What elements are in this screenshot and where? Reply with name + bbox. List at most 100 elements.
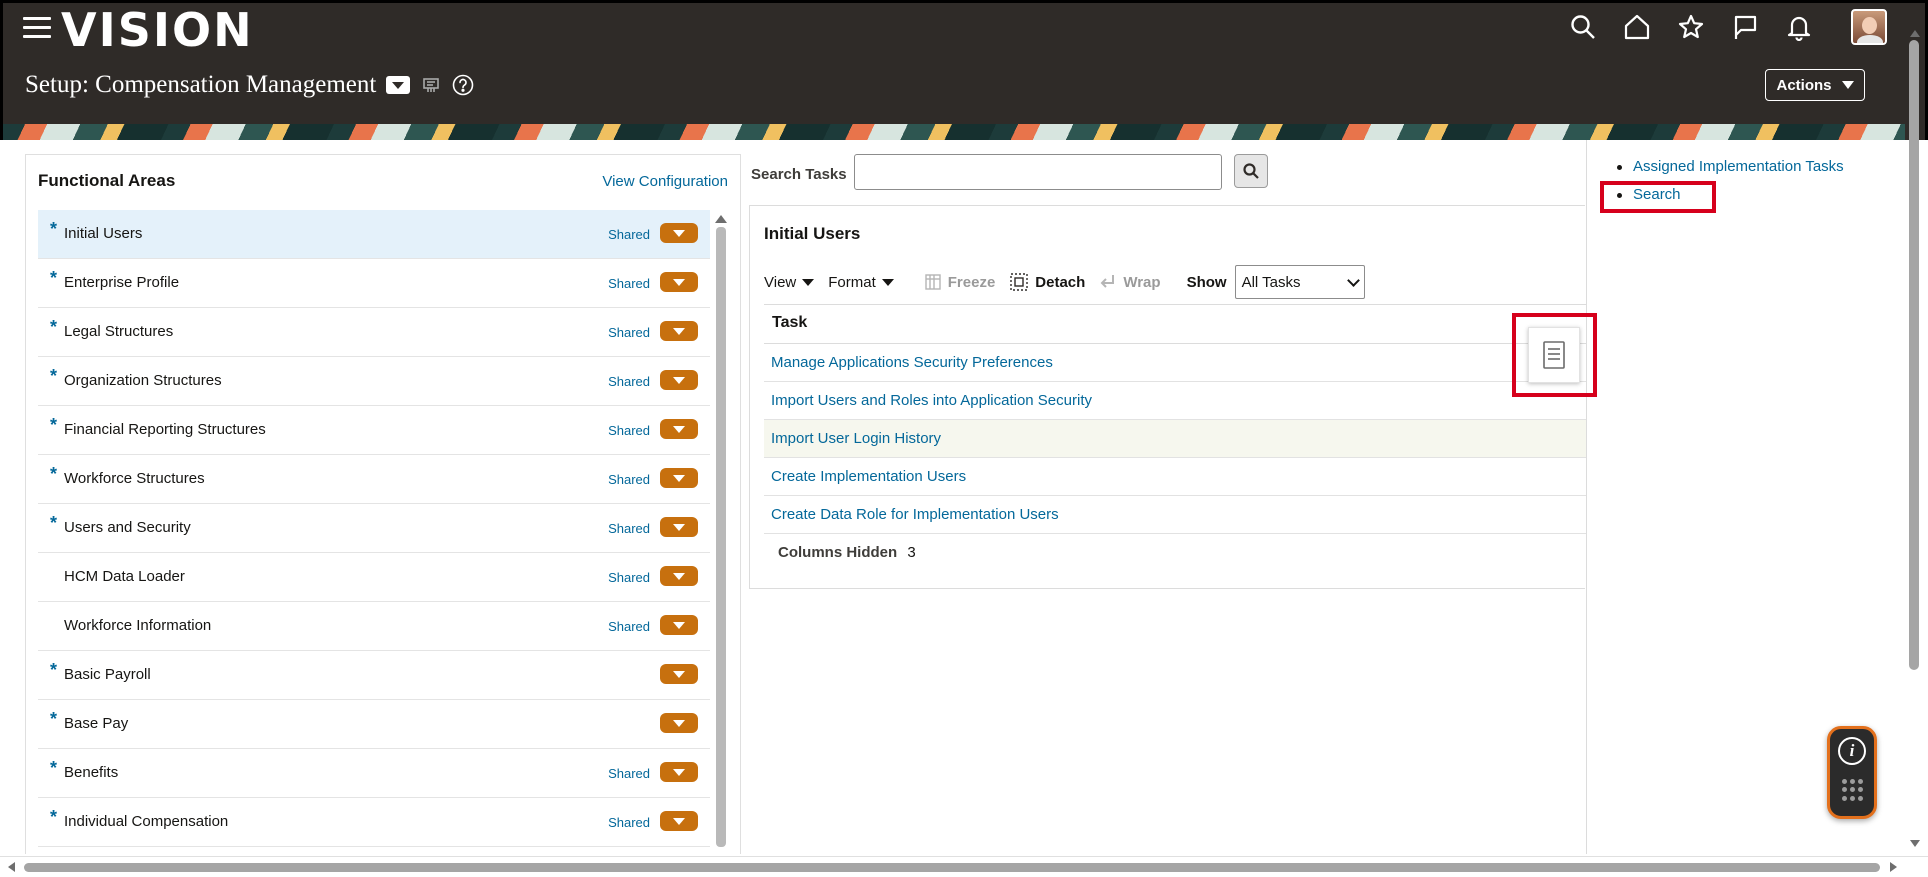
app-grid-icon[interactable] bbox=[1842, 779, 1864, 801]
task-details-document-button[interactable] bbox=[1528, 327, 1580, 383]
functional-area-row[interactable]: * Benefits Shared bbox=[38, 749, 710, 798]
shared-badge: Shared bbox=[608, 276, 650, 291]
functional-area-menu-icon[interactable] bbox=[660, 664, 698, 684]
task-link-row[interactable]: Manage Applications Security Preferences bbox=[764, 344, 1586, 382]
functional-area-menu-icon[interactable] bbox=[660, 223, 698, 243]
functional-area-row[interactable]: * Legal Structures Shared bbox=[38, 308, 710, 357]
functional-area-row[interactable]: * Workforce Structures Shared bbox=[38, 455, 710, 504]
functional-area-menu-icon[interactable] bbox=[660, 419, 698, 439]
functional-areas-panel: Functional Areas View Configuration * Ini… bbox=[25, 154, 741, 854]
required-indicator: * bbox=[50, 366, 58, 386]
scroll-left-icon[interactable] bbox=[8, 862, 15, 872]
task-link-row[interactable]: Import Users and Roles into Application … bbox=[764, 382, 1586, 420]
functional-area-menu-icon[interactable] bbox=[660, 517, 698, 537]
actions-menu-button[interactable]: Actions bbox=[1765, 69, 1865, 101]
scrollbar-thumb[interactable] bbox=[24, 863, 1880, 872]
functional-area-label: Financial Reporting Structures bbox=[64, 421, 266, 438]
functional-area-menu-icon[interactable] bbox=[660, 811, 698, 831]
functional-areas-title: Functional Areas bbox=[38, 171, 176, 190]
functional-area-row[interactable]: * Enterprise Profile Shared bbox=[38, 259, 710, 308]
shared-badge: Shared bbox=[608, 815, 650, 830]
chevron-down-icon bbox=[1346, 273, 1360, 287]
functional-area-menu-icon[interactable] bbox=[660, 370, 698, 390]
required-indicator: * bbox=[50, 807, 58, 827]
user-avatar[interactable] bbox=[1851, 9, 1887, 45]
functional-area-label: Base Pay bbox=[64, 715, 129, 732]
info-icon[interactable]: i bbox=[1838, 737, 1866, 765]
functional-area-row[interactable]: * Individual Compensation Shared bbox=[38, 798, 710, 847]
search-icon bbox=[1243, 163, 1259, 179]
page-vertical-scrollbar[interactable] bbox=[1908, 30, 1922, 850]
shared-badge: Shared bbox=[608, 521, 650, 536]
search-link-highlight bbox=[1600, 181, 1716, 213]
freeze-button[interactable]: Freeze bbox=[924, 273, 996, 291]
functional-area-row[interactable]: * Initial Users Shared bbox=[38, 210, 710, 259]
functional-area-menu-icon[interactable] bbox=[660, 468, 698, 488]
scroll-up-icon[interactable] bbox=[1910, 30, 1920, 37]
scrollbar-thumb[interactable] bbox=[1909, 40, 1919, 670]
detach-icon bbox=[1010, 273, 1028, 291]
page-title-row: Setup: Compensation Management bbox=[25, 71, 474, 99]
task-table: Task Manage Applications Security Prefer… bbox=[764, 304, 1586, 574]
functional-area-row[interactable]: * Organization Structures Shared bbox=[38, 357, 710, 406]
required-indicator: * bbox=[50, 415, 58, 435]
page-horizontal-scrollbar[interactable] bbox=[0, 856, 1928, 877]
functional-area-label: Legal Structures bbox=[64, 323, 174, 340]
view-menu[interactable]: View bbox=[764, 273, 815, 291]
view-menu-label: View bbox=[764, 273, 797, 291]
navigator-menu-icon[interactable] bbox=[23, 17, 51, 39]
task-link-row[interactable]: Create Implementation Users bbox=[764, 458, 1586, 496]
functional-area-label: Workforce Information bbox=[64, 617, 212, 634]
scroll-down-icon[interactable] bbox=[1910, 840, 1920, 847]
functional-area-row[interactable]: HCM Data Loader Shared bbox=[38, 553, 710, 602]
home-icon[interactable] bbox=[1621, 11, 1653, 43]
functional-area-row[interactable]: * Basic Payroll bbox=[38, 651, 710, 700]
assigned-implementation-tasks-link[interactable]: Assigned Implementation Tasks bbox=[1617, 158, 1844, 175]
favorites-star-icon[interactable] bbox=[1675, 11, 1707, 43]
functional-area-menu-icon[interactable] bbox=[660, 566, 698, 586]
shared-badge: Shared bbox=[608, 570, 650, 585]
vision-logo[interactable]: VISION bbox=[61, 5, 254, 55]
wrap-button[interactable]: Wrap bbox=[1099, 273, 1161, 291]
format-menu[interactable]: Format bbox=[828, 274, 894, 291]
functional-area-row[interactable]: * Users and Security Shared bbox=[38, 504, 710, 553]
shared-badge: Shared bbox=[608, 227, 650, 242]
functional-area-menu-icon[interactable] bbox=[660, 272, 698, 292]
scrollbar-thumb[interactable] bbox=[716, 227, 726, 847]
task-link-row[interactable]: Import User Login History bbox=[764, 420, 1586, 458]
view-configuration-link[interactable]: View Configuration bbox=[602, 173, 728, 190]
functional-area-row[interactable]: Workforce Information Shared bbox=[38, 602, 710, 651]
global-header-icons bbox=[1567, 9, 1887, 45]
scroll-up-icon[interactable] bbox=[715, 215, 727, 223]
functional-area-menu-icon[interactable] bbox=[660, 762, 698, 782]
flag-icon[interactable] bbox=[1729, 11, 1761, 43]
shared-badge: Shared bbox=[608, 325, 650, 340]
favorite-page-icon[interactable] bbox=[420, 74, 442, 96]
task-column-header[interactable]: Task bbox=[764, 304, 1586, 344]
functional-area-label: Benefits bbox=[64, 764, 119, 781]
freeze-label: Freeze bbox=[947, 273, 996, 291]
functional-area-row[interactable]: * Base Pay bbox=[38, 700, 710, 749]
functional-area-menu-icon[interactable] bbox=[660, 615, 698, 635]
search-icon[interactable] bbox=[1567, 11, 1599, 43]
detach-button[interactable]: Detach bbox=[1009, 272, 1085, 292]
page-title-dropdown-icon[interactable] bbox=[386, 76, 411, 94]
notifications-bell-icon[interactable] bbox=[1783, 11, 1815, 43]
search-tasks-button[interactable] bbox=[1234, 154, 1268, 188]
functional-area-label: HCM Data Loader bbox=[64, 568, 185, 585]
functional-area-menu-icon[interactable] bbox=[660, 321, 698, 341]
required-indicator: * bbox=[50, 219, 58, 239]
functional-areas-scrollbar[interactable] bbox=[715, 215, 727, 855]
help-assistant-widget[interactable]: i bbox=[1827, 726, 1877, 819]
scroll-right-icon[interactable] bbox=[1890, 862, 1897, 872]
wrap-icon bbox=[1100, 275, 1115, 288]
functional-area-menu-icon[interactable] bbox=[660, 713, 698, 733]
show-tasks-select[interactable]: All Tasks bbox=[1234, 265, 1365, 299]
shared-badge: Shared bbox=[608, 374, 650, 389]
search-tasks-input[interactable] bbox=[854, 154, 1222, 190]
functional-area-label: Individual Compensation bbox=[64, 813, 229, 830]
help-icon[interactable] bbox=[452, 74, 474, 96]
functional-area-row[interactable]: * Financial Reporting Structures Shared bbox=[38, 406, 710, 455]
task-link-row[interactable]: Create Data Role for Implementation User… bbox=[764, 496, 1586, 534]
functional-area-label: Enterprise Profile bbox=[64, 274, 180, 291]
